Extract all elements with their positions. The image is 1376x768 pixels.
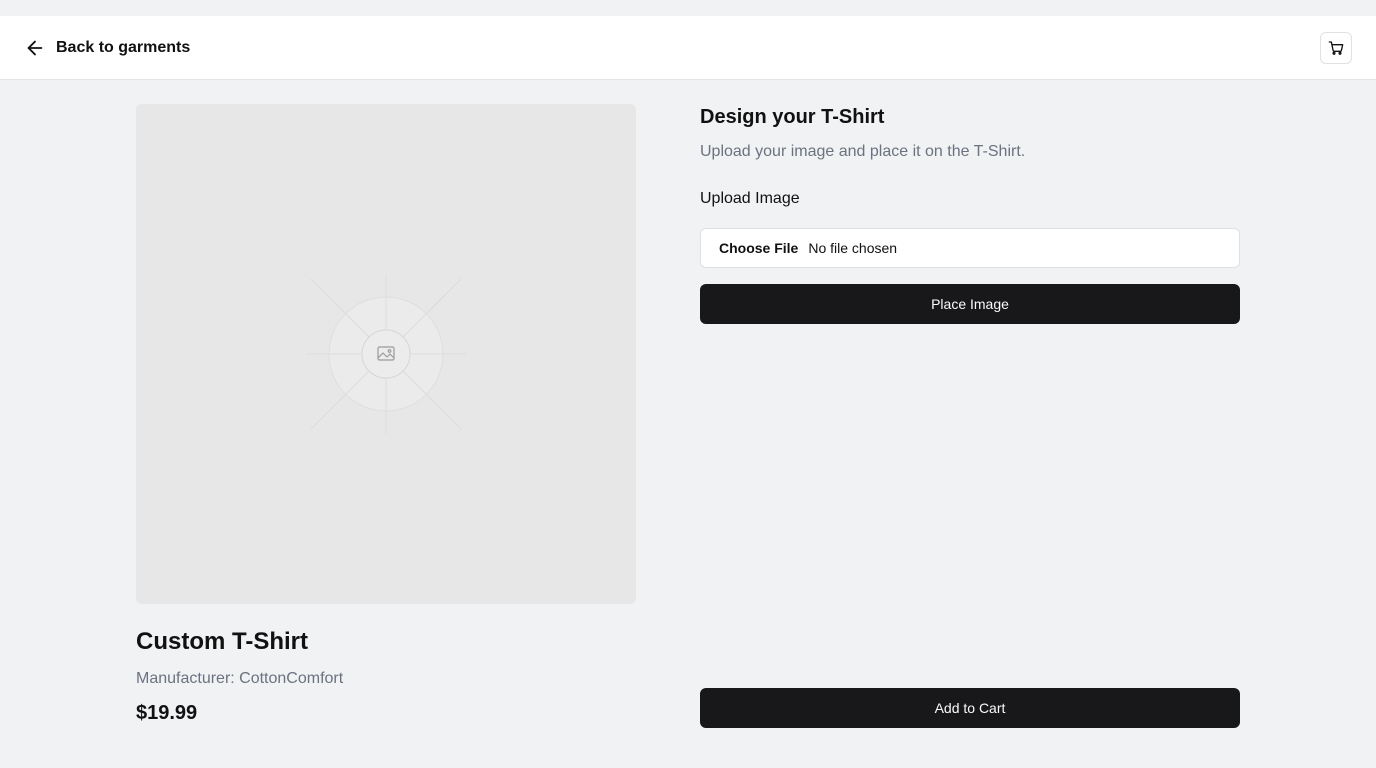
- shopping-cart-icon: [1328, 41, 1344, 55]
- upload-image-label: Upload Image: [700, 190, 800, 207]
- manufacturer-value: CottonComfort: [239, 670, 344, 687]
- file-status-text: No file chosen: [808, 240, 898, 256]
- manufacturer-prefix: Manufacturer:: [136, 670, 240, 687]
- back-to-garments-link[interactable]: Back to garments: [24, 36, 190, 60]
- cart-button[interactable]: [1320, 32, 1352, 64]
- product-manufacturer: Manufacturer: CottonComfort: [136, 670, 343, 688]
- product-name: Custom T-Shirt: [136, 628, 308, 655]
- design-subtitle: Upload your image and place it on the T-…: [700, 143, 1026, 160]
- choose-file-button[interactable]: Choose File: [719, 240, 798, 256]
- file-upload-input[interactable]: Choose File No file chosen: [700, 228, 1240, 268]
- back-link-label: Back to garments: [56, 39, 191, 56]
- tshirt-preview: [136, 104, 636, 604]
- top-strip: [0, 0, 1376, 16]
- image-placeholder-icon: [306, 274, 466, 434]
- product-price: $19.99: [136, 702, 198, 724]
- top-bar: Back to garments: [0, 16, 1376, 80]
- place-image-button[interactable]: Place Image: [700, 284, 1240, 324]
- add-to-cart-button[interactable]: Add to Cart: [700, 688, 1240, 728]
- arrow-left-icon: [27, 40, 43, 56]
- design-title: Design your T-Shirt: [700, 106, 885, 128]
